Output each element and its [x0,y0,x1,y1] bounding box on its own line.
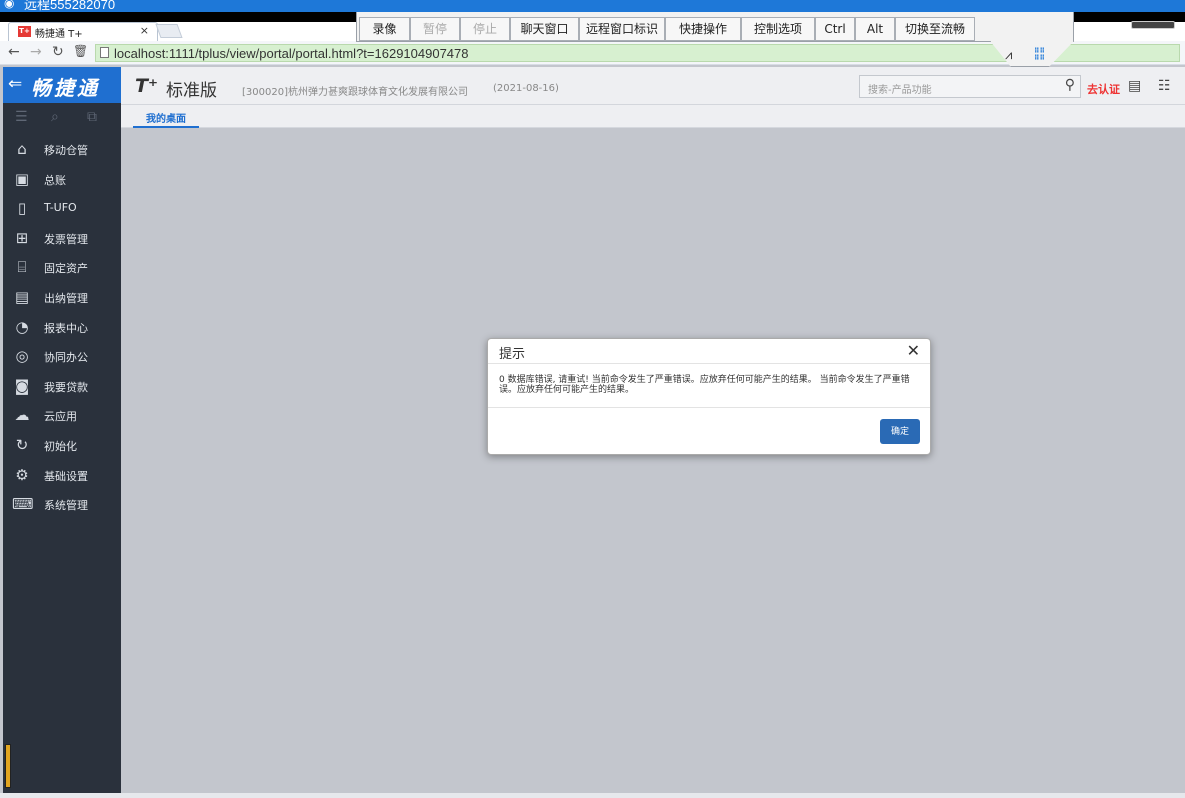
system-icon: ⌨ [12,495,34,514]
workspace-overlay [121,129,1185,793]
task-list-icon[interactable]: ☷ [1158,78,1171,94]
trash-icon[interactable]: 🗑 [73,44,88,58]
sidebar-item[interactable]: ↻ 初始化 [3,431,121,460]
sidebar-item-label: 云应用 [44,410,77,424]
remote-toolbar-button[interactable]: 聊天窗口 [510,17,579,41]
add-shortcut-icon[interactable]: ⧉ [87,109,97,125]
sidebar-item-label: 基础设置 [44,469,88,483]
remote-mode-icon[interactable]: ⠿⠿ ⠿⠿ [1034,48,1045,62]
remote-toolbar-button[interactable]: 快捷操作 [665,17,741,41]
sidebar-item-label: 协同办公 [44,351,88,365]
company-name: [300020]杭州弹力甚爽跟球体育文化发展有限公司 [242,87,468,98]
tplus-favicon-icon: T+ [18,26,31,37]
sidebar-toolbar: ☰ ⌕ ⧉ [3,105,121,133]
sidebar-item[interactable]: ⌂ 移动仓管 [3,135,121,164]
menu-icon[interactable]: ☰ [15,109,28,125]
new-tab-button[interactable] [155,24,183,38]
sidebar-item-label: 发票管理 [44,232,88,246]
sidebar-item[interactable]: ⌸ 固定资产 [3,253,121,282]
sidebar-item-label: 总账 [44,173,66,187]
ok-button[interactable]: 确定 [880,419,920,444]
sidebar-item[interactable]: ◙ 我要贷款 [3,372,121,401]
product-logo: T⁺ [135,75,158,97]
remote-status-indicator [1131,21,1175,29]
remote-logo-icon[interactable]: ⩘ [1005,48,1012,63]
settings-icon: ⚙ [15,465,29,484]
calculator-icon[interactable]: ▤ [1128,78,1141,94]
sidebar-item-label: 出纳管理 [44,292,88,305]
search-function-icon[interactable]: ⌕ [51,109,59,125]
dialog-divider [488,407,930,408]
bottom-bar [0,793,1185,798]
refresh-icon: ↻ [15,436,29,454]
sidebar-item-label: 系统管理 [44,499,88,513]
sidebar-item[interactable]: ⌨ 系统管理 [3,490,121,519]
sidebar-scroll-handle[interactable] [5,744,11,788]
login-date: (2021-08-16) [493,83,559,94]
cashier-icon: ▤ [14,288,30,306]
pie-chart-icon: ◔ [15,317,29,336]
sidebar-item[interactable]: ⚙ 基础设置 [3,461,121,490]
remote-toolbar-button[interactable]: 停止 [460,17,510,41]
dialog-message: 0 数据库错误, 请重试! 当前命令发生了严重错误。应放弃任何可能产生的结果。 … [499,375,910,395]
product-edition: 标准版 [166,81,217,101]
money-icon: ◙ [14,376,30,395]
sidebar-item-label: 报表中心 [44,321,88,335]
dialog-title: 提示 [499,347,526,362]
sidebar-item-label: 我要贷款 [44,380,88,394]
remote-toolbar-button[interactable]: 控制选项 [741,17,815,41]
search-icon[interactable]: ⚲ [1065,77,1075,93]
sidebar: ⇐ 畅捷通 ☰ ⌕ ⧉ ⌂ 移动仓管 ▣ 总账 ▯ T-UFO ⊞ 发票管理 ⌸ 固定资产 ▤ 出纳管… [3,67,121,798]
reload-icon[interactable]: ↻ [52,44,64,60]
sidebar-item[interactable]: ☁ 云应用 [3,401,121,430]
error-dialog: 提示 ✕ 0 数据库错误, 请重试! 当前命令发生了严重错误。应放弃任何可能产生… [487,338,931,455]
ufo-icon: ▯ [17,199,27,218]
dialog-divider [488,363,930,364]
remote-toolbar-button[interactable]: 暂停 [410,17,460,41]
remote-toolbar-button[interactable]: 切换至流畅 [895,17,975,41]
sidebar-item[interactable]: ⊞ 发票管理 [3,224,121,253]
browser-tab[interactable]: T+ 畅捷通 T+ × [8,22,158,41]
sidebar-item-label: 移动仓管 [44,144,88,157]
tab-close-icon[interactable]: × [140,24,149,37]
sidebar-item[interactable]: ◔ 报表中心 [3,313,121,342]
forward-arrow-icon[interactable]: → [30,44,42,60]
browser-tab-title: 畅捷通 T+ [35,29,83,40]
sidebar-item[interactable]: ▤ 出纳管理 [3,283,121,312]
sidebar-item-label: 固定资产 [44,262,88,276]
sidebar-item[interactable]: ▣ 总账 [3,165,121,194]
brand-header: ⇐ 畅捷通 [3,67,121,103]
back-arrow-icon[interactable]: ← [8,44,20,60]
search-placeholder: 搜索-产品功能 [868,85,932,96]
sidebar-item-label: T-UFO [44,201,77,215]
certify-link[interactable]: 去认证 [1087,81,1120,97]
desk-tab-bar: 我的桌面 [121,105,1185,128]
invoice-icon: ⊞ [15,228,29,247]
bank-icon: ⌸ [17,258,27,277]
product-search-input[interactable]: 搜索-产品功能 ⚲ [859,75,1081,98]
collapse-arrow-icon[interactable]: ⇐ [8,74,22,94]
cloud-icon: ☁ [14,406,30,425]
app-header: T⁺ 标准版 [300020]杭州弹力甚爽跟球体育文化发展有限公司 (2021-… [121,67,1185,105]
warehouse-icon: ⌂ [17,140,27,158]
remote-toolbar-button[interactable]: Ctrl [815,17,855,41]
close-icon[interactable]: ✕ [907,341,920,360]
collab-icon: ◎ [15,347,29,366]
url-text: localhost:1111/tplus/view/portal/portal.… [114,46,469,61]
sidebar-item[interactable]: ◎ 协同办公 [3,342,121,371]
remote-window-title-bar: ◉ 远程555282070 [0,0,1185,12]
remote-window-title: 远程555282070 [24,0,116,12]
page-document-icon [100,47,109,58]
ledger-icon: ▣ [14,169,30,188]
remote-toolbar-button[interactable]: 远程窗口标识 [579,17,665,41]
sidebar-item[interactable]: ▯ T-UFO [3,194,121,223]
brand-name: 畅捷通 [31,76,100,100]
sidebar-item-label: 初始化 [44,440,77,453]
tab-my-desktop[interactable]: 我的桌面 [133,110,199,128]
remote-app-icon: ◉ [4,0,15,10]
remote-toolbar-button[interactable]: Alt [855,17,895,41]
remote-toolbar-button[interactable]: 录像 [359,17,410,41]
